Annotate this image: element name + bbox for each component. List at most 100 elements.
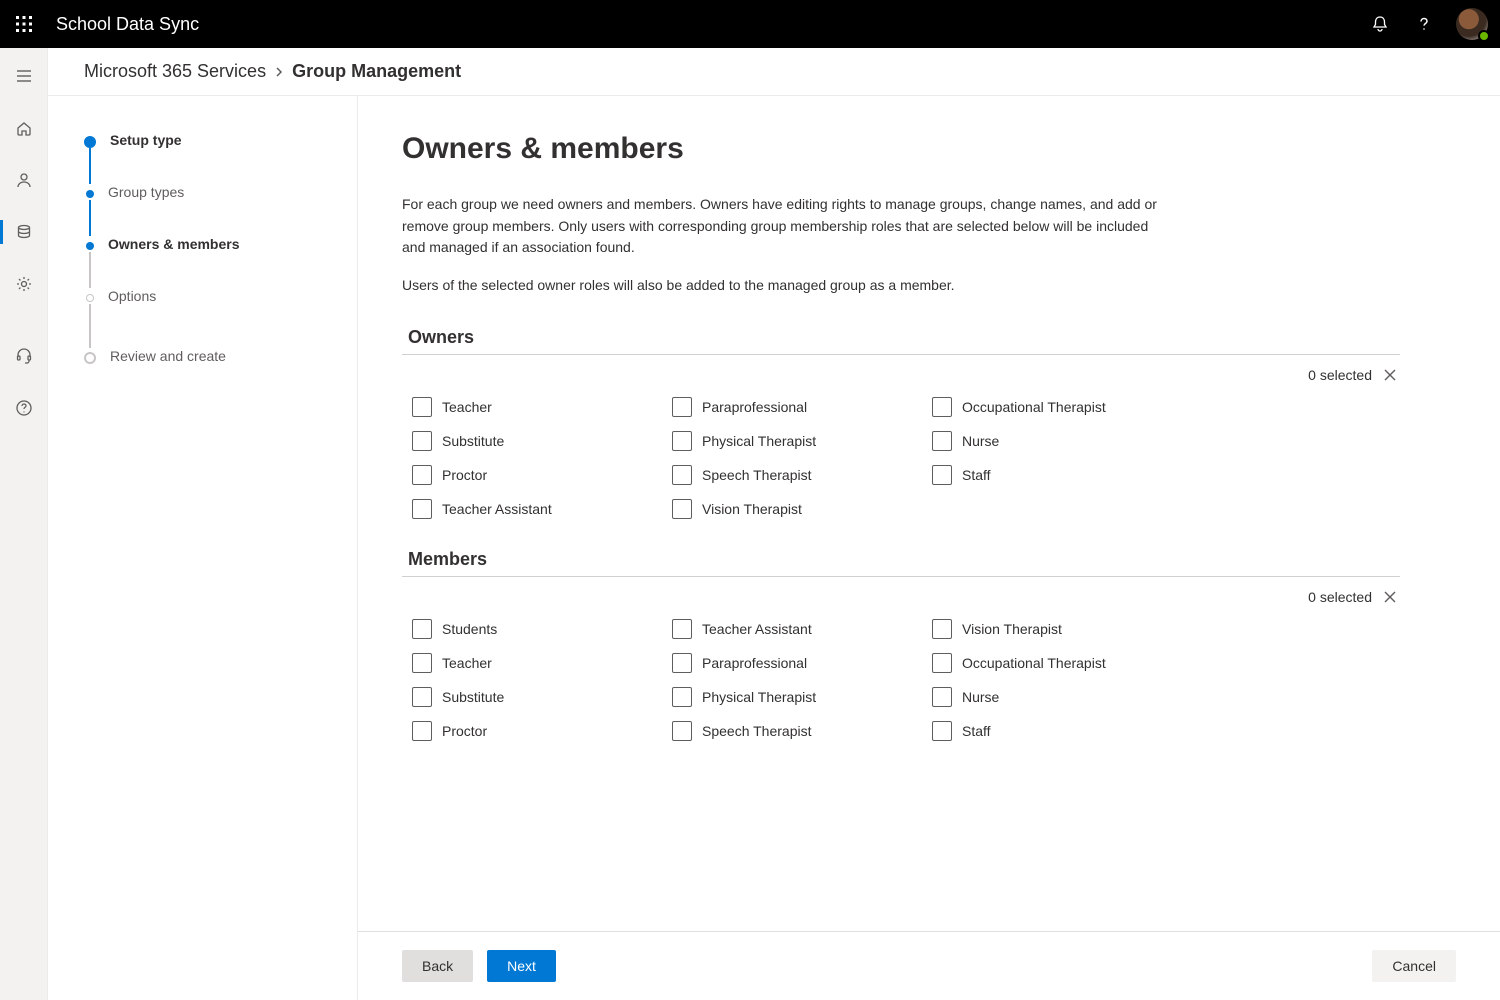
member-checkbox-teacher[interactable]: Teacher: [412, 653, 672, 673]
checkbox-label: Occupational Therapist: [962, 655, 1106, 671]
owner-checkbox-occupational-therapist[interactable]: Occupational Therapist: [932, 397, 1192, 417]
owner-checkbox-teacher-assistant[interactable]: Teacher Assistant: [412, 499, 672, 519]
checkbox-label: Physical Therapist: [702, 689, 816, 705]
close-icon: [1384, 591, 1396, 603]
step-review[interactable]: Review and create: [84, 348, 357, 364]
nav-hamburger[interactable]: [4, 56, 44, 96]
app-title: School Data Sync: [56, 14, 1368, 35]
app-launcher-button[interactable]: [12, 12, 36, 36]
checkbox-icon: [672, 397, 692, 417]
checkbox-icon: [412, 687, 432, 707]
person-icon: [15, 171, 33, 189]
checkbox-icon: [672, 499, 692, 519]
next-button[interactable]: Next: [487, 950, 556, 982]
page-title: Owners & members: [402, 132, 1400, 166]
breadcrumb-current: Group Management: [292, 61, 461, 82]
checkbox-icon: [412, 619, 432, 639]
nav-people[interactable]: [4, 160, 44, 200]
headset-icon: [15, 347, 33, 365]
checkbox-label: Occupational Therapist: [962, 399, 1106, 415]
home-icon: [15, 119, 33, 137]
checkbox-icon: [672, 721, 692, 741]
clear-members-button[interactable]: [1382, 589, 1398, 605]
step-group-types[interactable]: Group types: [84, 184, 357, 236]
owner-checkbox-nurse[interactable]: Nurse: [932, 431, 1192, 451]
checkbox-label: Substitute: [442, 689, 504, 705]
step-label: Owners & members: [108, 236, 240, 252]
back-button[interactable]: Back: [402, 950, 473, 982]
breadcrumb-root[interactable]: Microsoft 365 Services: [84, 61, 266, 82]
member-checkbox-paraprofessional[interactable]: Paraprofessional: [672, 653, 932, 673]
database-icon: [15, 223, 33, 241]
nav-help[interactable]: [4, 388, 44, 428]
step-label: Setup type: [110, 132, 182, 148]
member-checkbox-students[interactable]: Students: [412, 619, 672, 639]
owner-checkbox-paraprofessional[interactable]: Paraprofessional: [672, 397, 932, 417]
checkbox-label: Students: [442, 621, 497, 637]
nav-rail: [0, 48, 48, 1000]
chevron-right-icon: [274, 67, 284, 77]
step-options[interactable]: Options: [84, 288, 357, 340]
app-header: School Data Sync: [0, 0, 1500, 48]
divider: [402, 354, 1400, 355]
member-checkbox-occupational-therapist[interactable]: Occupational Therapist: [932, 653, 1192, 673]
member-checkbox-teacher-assistant[interactable]: Teacher Assistant: [672, 619, 932, 639]
owners-selection-summary: 0 selected: [402, 367, 1400, 383]
checkbox-label: Proctor: [442, 467, 487, 483]
owner-checkbox-speech-therapist[interactable]: Speech Therapist: [672, 465, 932, 485]
step-dot-icon: [86, 294, 94, 302]
members-checkbox-grid: Students Teacher Assistant Vision Therapis…: [402, 619, 1400, 741]
question-circle-icon: [15, 399, 33, 417]
checkbox-label: Vision Therapist: [962, 621, 1062, 637]
checkbox-label: Teacher: [442, 655, 492, 671]
checkbox-icon: [412, 397, 432, 417]
checkbox-label: Vision Therapist: [702, 501, 802, 517]
step-dot-icon: [86, 190, 94, 198]
checkbox-icon: [932, 653, 952, 673]
presence-indicator: [1478, 30, 1490, 42]
checkbox-label: Teacher: [442, 399, 492, 415]
members-section: Members 0 selected StudentsTeacher Assis…: [402, 549, 1400, 741]
clear-owners-button[interactable]: [1382, 367, 1398, 383]
step-owners-members[interactable]: Owners & members: [84, 236, 357, 288]
checkbox-icon: [672, 653, 692, 673]
bell-icon: [1370, 14, 1390, 34]
step-connector: [89, 304, 91, 348]
checkbox-icon: [412, 653, 432, 673]
account-button[interactable]: [1456, 8, 1488, 40]
owner-checkbox-vision-therapist[interactable]: Vision Therapist: [672, 499, 932, 519]
owner-checkbox-staff[interactable]: Staff: [932, 465, 1192, 485]
help-button[interactable]: [1412, 12, 1436, 36]
hamburger-icon: [15, 67, 33, 85]
member-checkbox-proctor[interactable]: Proctor: [412, 721, 672, 741]
member-checkbox-speech-therapist[interactable]: Speech Therapist: [672, 721, 932, 741]
owner-checkbox-teacher[interactable]: Teacher: [412, 397, 672, 417]
wizard-stepper: Setup type Group types Owners & members …: [48, 96, 358, 1000]
step-label: Review and create: [110, 348, 226, 364]
member-checkbox-staff[interactable]: Staff: [932, 721, 1192, 741]
checkbox-icon: [672, 431, 692, 451]
member-checkbox-vision-therapist[interactable]: Vision Therapist: [932, 619, 1192, 639]
breadcrumb: Microsoft 365 Services Group Management: [48, 48, 1500, 96]
checkbox-icon: [412, 465, 432, 485]
nav-support[interactable]: [4, 336, 44, 376]
step-setup-type[interactable]: Setup type: [84, 132, 357, 184]
checkbox-icon: [932, 687, 952, 707]
owner-checkbox-substitute[interactable]: Substitute: [412, 431, 672, 451]
owner-checkbox-proctor[interactable]: Proctor: [412, 465, 672, 485]
checkbox-icon: [672, 687, 692, 707]
members-selected-count: 0 selected: [1308, 589, 1372, 605]
nav-data[interactable]: [4, 212, 44, 252]
member-checkbox-substitute[interactable]: Substitute: [412, 687, 672, 707]
step-connector: [89, 200, 91, 236]
cancel-button[interactable]: Cancel: [1372, 950, 1456, 982]
checkbox-label: Staff: [962, 467, 991, 483]
nav-settings[interactable]: [4, 264, 44, 304]
nav-home[interactable]: [4, 108, 44, 148]
checkbox-label: Proctor: [442, 723, 487, 739]
notifications-button[interactable]: [1368, 12, 1392, 36]
owner-checkbox-physical-therapist[interactable]: Physical Therapist: [672, 431, 932, 451]
member-checkbox-physical-therapist[interactable]: Physical Therapist: [672, 687, 932, 707]
checkbox-label: Physical Therapist: [702, 433, 816, 449]
member-checkbox-nurse[interactable]: Nurse: [932, 687, 1192, 707]
